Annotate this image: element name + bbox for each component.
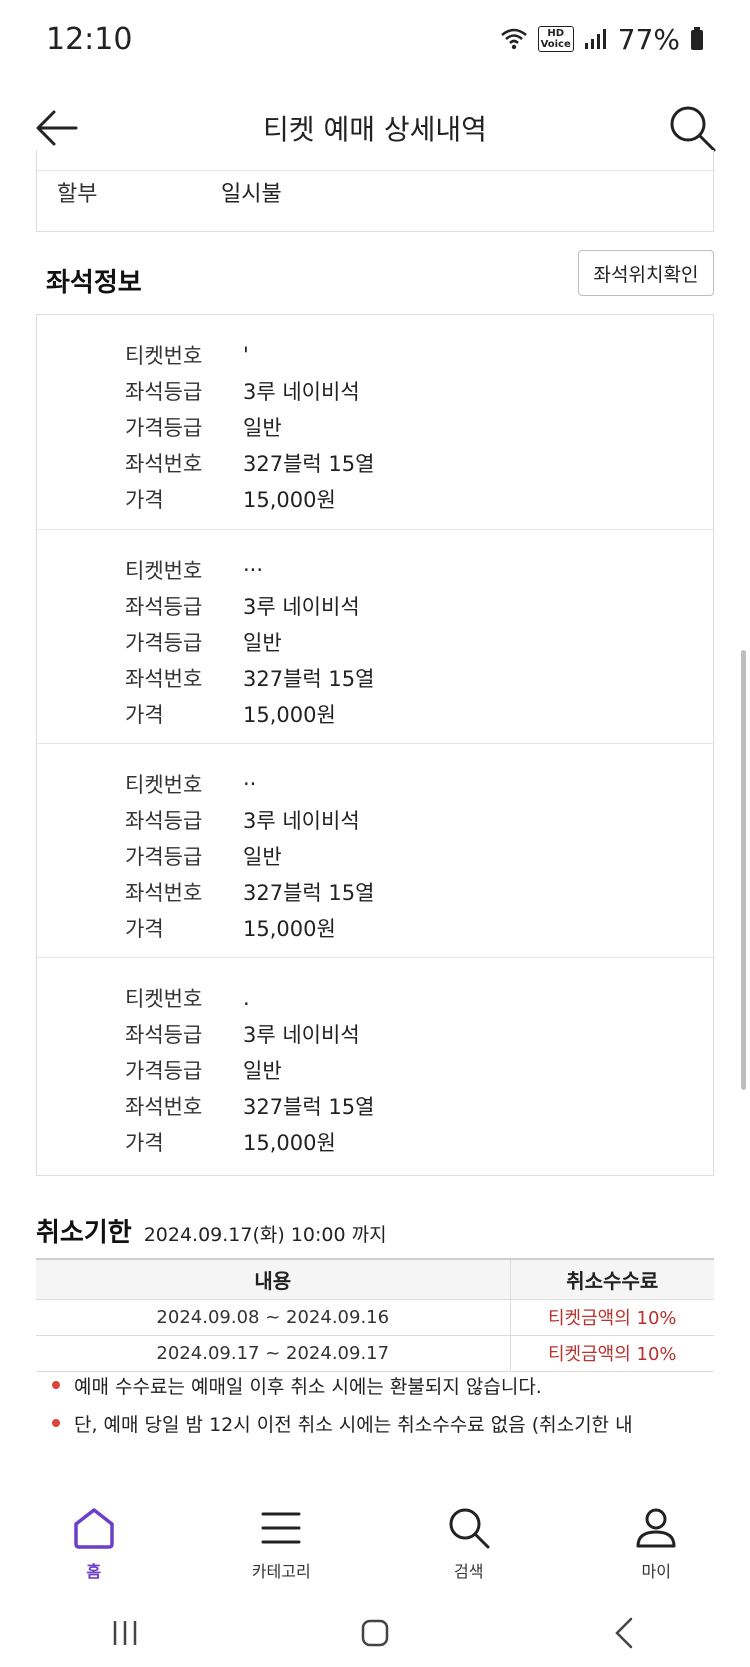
user-icon — [636, 1508, 676, 1548]
column-header-content: 내용 — [36, 1258, 511, 1300]
back-arrow-icon[interactable] — [30, 100, 86, 156]
status-bar: 12:10 HD Voice 77% — [0, 0, 750, 78]
seat-grade-row: 좌석등급 3루 네이비석 — [125, 1023, 360, 1047]
column-header-fee: 취소수수료 — [510, 1258, 714, 1300]
nav-label: 마이 — [641, 1562, 671, 1581]
fee-cell: 티켓금액의 10% — [510, 1299, 714, 1336]
list-item: 예매 수수료는 예매일 이후 취소 시에는 환불되지 않습니다. — [52, 1372, 722, 1410]
back-icon[interactable] — [605, 1613, 645, 1653]
seat-number-row: 좌석번호 327블럭 15열 — [125, 667, 375, 691]
cancel-deadline-header: 취소기한 2024.09.17(화) 10:00 까지 — [36, 1212, 387, 1249]
seat-grade-row: 좌석등급 3루 네이비석 — [125, 809, 360, 833]
installment-value: 일시불 — [221, 182, 282, 207]
list-item: 단, 예매 당일 밤 12시 이전 취소 시에는 취소수수료 없음 (취소기한 … — [52, 1410, 722, 1448]
ticket-number-row: 티켓번호 ·· — [125, 772, 257, 797]
home-icon — [74, 1508, 114, 1549]
nav-item-my[interactable]: 마이 — [576, 1504, 736, 1582]
cancel-notes: 예매 수수료는 예매일 이후 취소 시에는 환불되지 않습니다. 단, 예매 당… — [52, 1372, 722, 1448]
table-row: 2024.09.17 ~ 2024.09.17 티켓금액의 10% — [36, 1335, 714, 1372]
ticket-item: 티켓번호 ··· 좌석등급 3루 네이비석 가격등급 일반 좌석번호 327블럭 15열… — [37, 529, 713, 743]
ticket-item: 티켓번호. 좌석등급 3루 네이비석 가격등급 일반 좌석번호 327블럭 15열 가… — [37, 957, 713, 1171]
period-cell: 2024.09.17 ~ 2024.09.17 — [36, 1335, 511, 1372]
page-title: 티켓 예매 상세내역 — [263, 113, 487, 146]
table-row: 2024.09.08 ~ 2024.09.16 티켓금액의 10% — [36, 1299, 714, 1336]
nav-item-search[interactable]: 검색 — [389, 1504, 549, 1582]
price-row: 가격 15,000원 — [125, 488, 336, 512]
seat-number-row: 좌석번호 327블럭 15열 — [125, 452, 375, 476]
price-grade-row: 가격등급 일반 — [125, 1059, 282, 1083]
ticket-item: 티켓번호 ·· 좌석등급 3루 네이비석 가격등급 일반 좌석번호 327블럭 15열 … — [37, 743, 713, 957]
period-cell: 2024.09.08 ~ 2024.09.16 — [36, 1299, 511, 1336]
nav-label: 카테고리 — [251, 1562, 311, 1581]
note-text: 예매 수수료는 예매일 이후 취소 시에는 환불되지 않습니다. — [74, 1376, 542, 1398]
seat-grade-row: 좌석등급 3루 네이비석 — [125, 380, 360, 404]
detail-content[interactable]: 할부 일시불 좌석정보 좌석위치확인 티켓번호 ' 좌석등급 3루 네이비석 가격등… — [0, 150, 750, 1488]
scrollbar[interactable] — [741, 650, 746, 1090]
bottom-nav: 홈 카테고리 검색 마이 — [0, 1488, 750, 1598]
wifi-icon — [500, 28, 527, 50]
seat-info-title: 좌석정보 — [46, 268, 142, 298]
seat-location-button[interactable]: 좌석위치확인 — [578, 250, 714, 296]
seat-number-row: 좌석번호 327블럭 15열 — [125, 1095, 375, 1119]
nav-label: 홈 — [86, 1562, 102, 1581]
installment-label: 할부 — [57, 182, 98, 207]
divider — [37, 170, 713, 171]
system-nav-bar — [0, 1598, 750, 1667]
bullet-icon — [52, 1419, 60, 1427]
search-icon — [449, 1508, 490, 1549]
ticket-number-row: 티켓번호 ··· — [125, 558, 264, 583]
ticket-item: 티켓번호 ' 좌석등급 3루 네이비석 가격등급 일반 좌석번호 327블럭 15열 가… — [37, 315, 713, 529]
nav-item-home[interactable]: 홈 — [14, 1504, 174, 1582]
hd-voice-badge: HD Voice — [537, 26, 574, 52]
payment-installment-card: 할부 일시불 — [36, 150, 714, 232]
price-grade-row: 가격등급 일반 — [125, 416, 282, 440]
battery-percent: 77% — [617, 22, 680, 56]
recent-apps-icon[interactable] — [105, 1613, 145, 1653]
status-time: 12:10 — [46, 21, 133, 57]
home-button-icon[interactable] — [355, 1613, 395, 1653]
cancel-deadline-date: 2024.09.17(화) 10:00 까지 — [143, 1224, 387, 1246]
search-icon[interactable] — [664, 100, 720, 156]
price-grade-row: 가격등급 일반 — [125, 631, 282, 655]
status-icons: HD Voice 77% — [500, 23, 704, 56]
seat-number-row: 좌석번호 327블럭 15열 — [125, 881, 375, 905]
seat-info-card: 티켓번호 ' 좌석등급 3루 네이비석 가격등급 일반 좌석번호 327블럭 15열 가… — [36, 314, 714, 1176]
fee-cell: 티켓금액의 10% — [510, 1335, 714, 1372]
seat-grade-row: 좌석등급 3루 네이비석 — [125, 595, 360, 619]
battery-icon — [691, 27, 703, 50]
price-row: 가격 15,000원 — [125, 1131, 336, 1155]
installment-row: 할부 일시불 — [57, 176, 282, 208]
table-header-row: 내용 취소수수료 — [36, 1258, 714, 1300]
cancel-fee-table: 내용 취소수수료 2024.09.08 ~ 2024.09.16 티켓금액의 1… — [36, 1258, 714, 1372]
price-row: 가격 15,000원 — [125, 917, 336, 941]
price-row: 가격 15,000원 — [125, 703, 336, 727]
ticket-number-row: 티켓번호. — [125, 986, 250, 1011]
bullet-icon — [52, 1381, 60, 1389]
note-text: 단, 예매 당일 밤 12시 이전 취소 시에는 취소수수료 없음 (취소기한 … — [74, 1414, 633, 1436]
nav-item-category[interactable]: 카테고리 — [201, 1504, 361, 1582]
menu-icon — [261, 1512, 301, 1544]
nav-label: 검색 — [454, 1562, 484, 1581]
ticket-number-row: 티켓번호 ' — [125, 343, 249, 368]
price-grade-row: 가격등급 일반 — [125, 845, 282, 869]
signal-icon — [584, 29, 606, 49]
cancel-deadline-title: 취소기한 — [36, 1218, 132, 1248]
